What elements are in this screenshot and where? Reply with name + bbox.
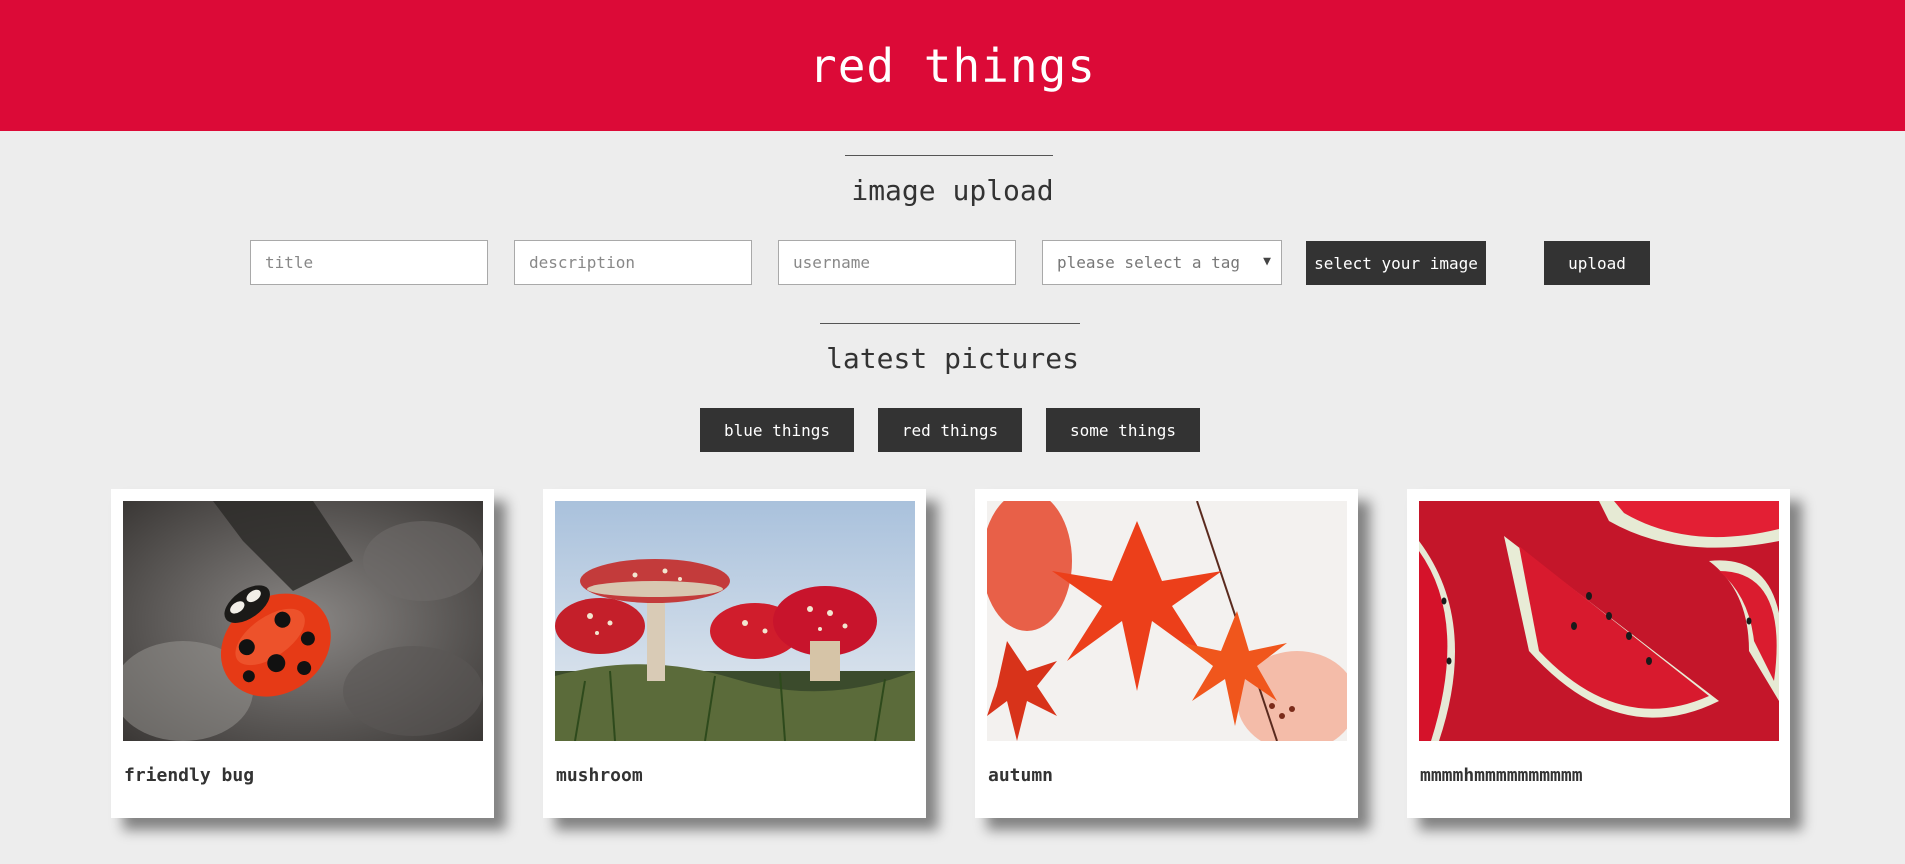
card-caption: friendly bug [124, 765, 255, 786]
red-leaves-photo [987, 501, 1347, 741]
username-input[interactable] [778, 240, 1016, 285]
site-title: red things [809, 38, 1096, 93]
select-image-button[interactable]: select your image [1306, 241, 1486, 285]
tag-select[interactable]: please select a tag ▼ [1042, 240, 1282, 285]
page-header: red things [0, 0, 1905, 131]
filter-blue-things-button[interactable]: blue things [700, 408, 854, 452]
filter-some-things-button[interactable]: some things [1046, 408, 1200, 452]
title-input[interactable] [250, 240, 488, 285]
tag-select-value: please select a tag [1057, 253, 1241, 272]
image-card[interactable]: mmmmhmmmmmmmmmm [1407, 489, 1790, 818]
chevron-down-icon: ▼ [1263, 254, 1271, 269]
image-card[interactable]: friendly bug [111, 489, 494, 818]
ladybug-photo [123, 501, 483, 741]
latest-heading: latest pictures [826, 342, 1079, 375]
filter-red-things-button[interactable]: red things [878, 408, 1022, 452]
card-caption: autumn [988, 765, 1054, 786]
image-card[interactable]: mushroom [543, 489, 926, 818]
card-caption: mmmmhmmmmmmmmmm [1420, 765, 1583, 786]
description-input[interactable] [514, 240, 752, 285]
image-card[interactable]: autumn [975, 489, 1358, 818]
divider [845, 155, 1053, 156]
card-caption: mushroom [556, 765, 643, 786]
upload-heading: image upload [851, 174, 1054, 207]
divider [820, 323, 1080, 324]
upload-button[interactable]: upload [1544, 241, 1650, 285]
mushroom-photo [555, 501, 915, 741]
watermelon-photo [1419, 501, 1779, 741]
